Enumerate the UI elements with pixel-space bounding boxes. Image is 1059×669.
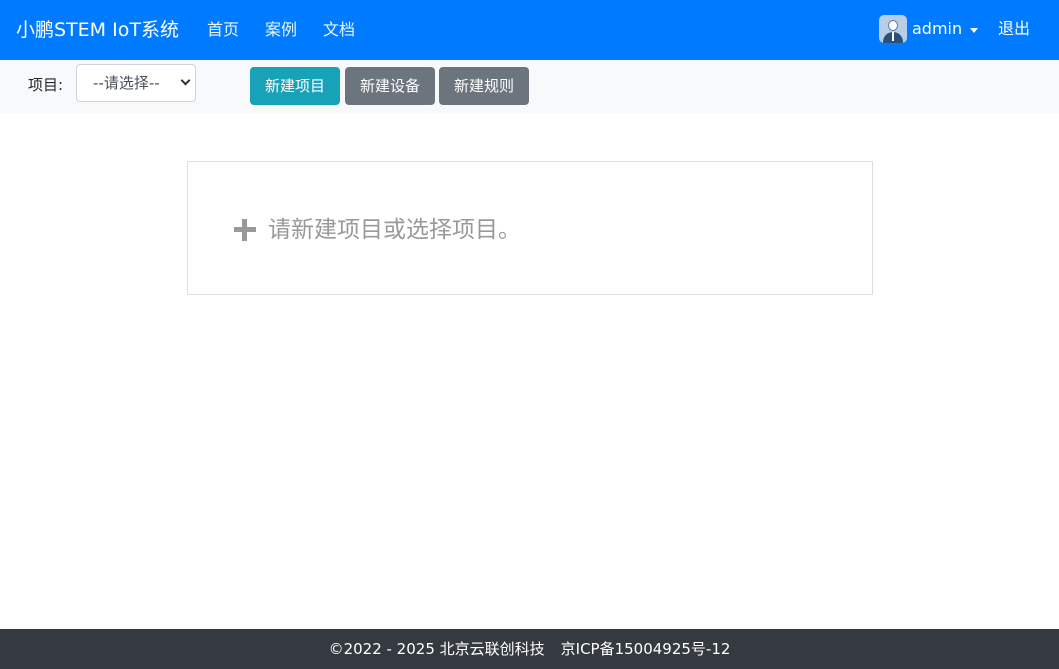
new-project-button[interactable]: 新建项目 [250,67,340,105]
footer: ©2022 - 2025 北京云联创科技 京ICP备15004925号-12 [0,629,1059,669]
nav-link-cases[interactable]: 案例 [265,19,297,41]
new-rule-button[interactable]: 新建规则 [439,67,529,105]
new-device-button[interactable]: 新建设备 [345,67,435,105]
user-name: admin [912,19,963,38]
caret-down-icon [970,27,979,33]
nav-link-docs[interactable]: 文档 [323,19,355,41]
toolbar: 项目: --请选择-- 新建项目 新建设备 新建规则 [0,60,1059,113]
user-menu[interactable]: admin [879,15,979,43]
project-label: 项目: [28,76,64,94]
logout-link[interactable]: 退出 [998,18,1030,40]
avatar [879,15,907,43]
project-select-value: --请选择-- [93,74,160,92]
footer-copyright: ©2022 - 2025 北京云联创科技 [328,640,545,658]
project-select[interactable]: --请选择-- [76,64,196,102]
nav-link-home[interactable]: 首页 [207,19,239,41]
empty-state-card: 请新建项目或选择项目。 [187,161,873,295]
chevron-down-icon [180,75,191,86]
footer-icp-link[interactable]: 京ICP备15004925号-12 [561,640,731,658]
brand-title[interactable]: 小鹏STEM IoT系统 [16,17,179,43]
top-navbar: 小鹏STEM IoT系统 首页 案例 文档 admin 退出 [0,0,1059,60]
empty-state-message: 请新建项目或选择项目。 [268,217,521,243]
plus-icon [234,219,256,241]
